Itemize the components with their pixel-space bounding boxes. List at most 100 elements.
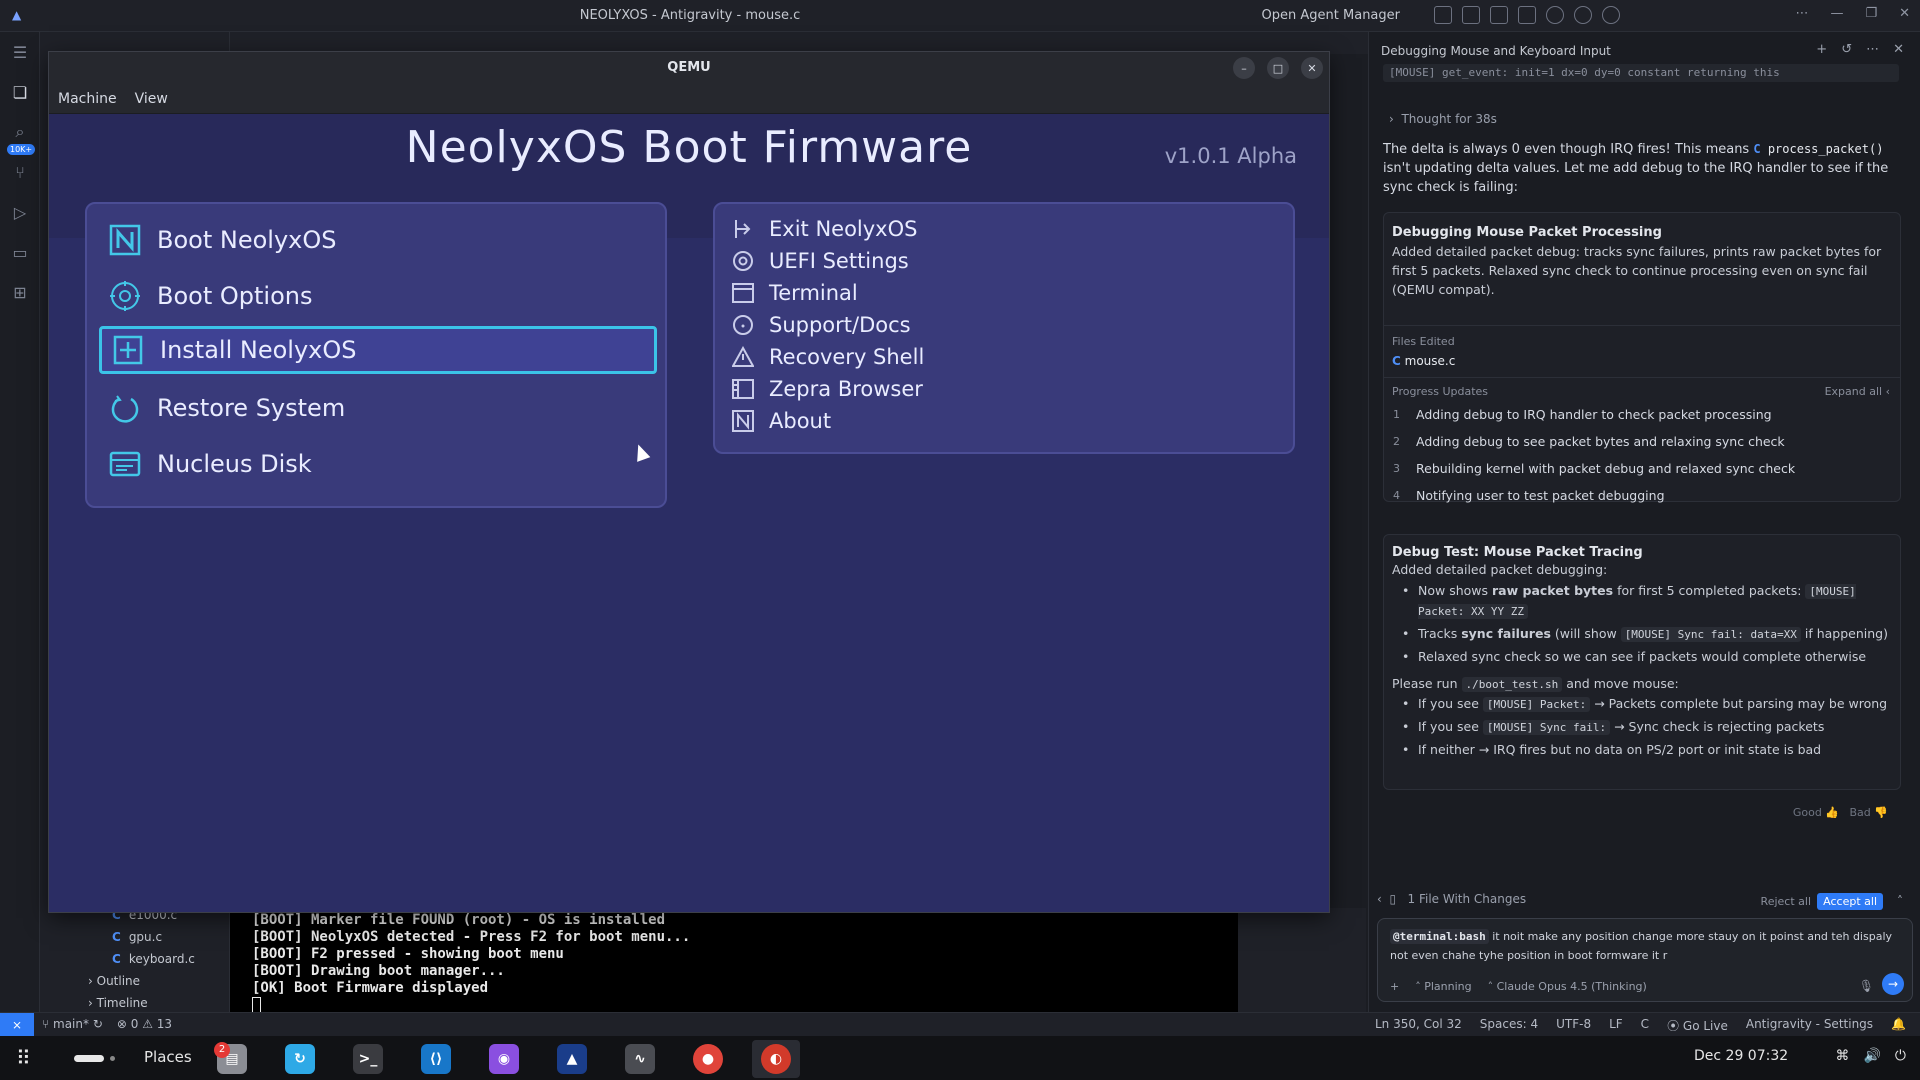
- maximize-icon[interactable]: □: [1267, 57, 1289, 79]
- account-icon[interactable]: [1602, 6, 1620, 24]
- files-app-icon[interactable]: ▤ 2: [208, 1040, 256, 1078]
- power-icon[interactable]: ⏻: [1895, 1048, 1906, 1064]
- go-live-button[interactable]: ⦿ Go Live: [1667, 1017, 1728, 1034]
- chevron-up-icon[interactable]: ˄: [1897, 894, 1903, 908]
- extensions-icon[interactable]: ⊞: [0, 272, 40, 312]
- file-icon: ▯: [1389, 892, 1397, 906]
- file-item[interactable]: Cgpu.c: [112, 930, 162, 944]
- send-button[interactable]: →: [1882, 973, 1904, 995]
- microphone-icon[interactable]: 🎙: [1859, 979, 1874, 993]
- run-debug-icon[interactable]: ▷: [0, 192, 40, 232]
- vscode-app-icon[interactable]: ⟨⟩: [412, 1040, 460, 1078]
- menu-item-boot-neolyxos[interactable]: Boot NeolyxOS: [107, 216, 336, 264]
- activity-bar: ☰ ❏ ⌕ ⑂ ▷ ▭ ⊞: [0, 32, 40, 1012]
- timeline-section[interactable]: › Timeline: [88, 996, 148, 1010]
- indent-setting[interactable]: Spaces: 4: [1480, 1017, 1538, 1034]
- layout-toggle-icon[interactable]: [1434, 6, 1452, 24]
- minimize-icon[interactable]: —: [1830, 6, 1843, 21]
- problems-indicator[interactable]: ⊗ 0 ⚠ 13: [117, 1017, 172, 1031]
- remote-icon[interactable]: ⨯: [0, 1013, 34, 1037]
- chrome-app-icon[interactable]: ●: [684, 1040, 732, 1078]
- model-selector[interactable]: ˄ Claude Opus 4.5 (Thinking): [1488, 980, 1647, 993]
- workspace-indicator[interactable]: [74, 1055, 104, 1062]
- good-button[interactable]: Good 👍: [1793, 806, 1839, 819]
- menu-item-boot-options[interactable]: Boot Options: [107, 272, 312, 320]
- notifications-icon[interactable]: 🔔: [1891, 1017, 1906, 1034]
- menu-item-exit-neolyxos[interactable]: Exit NeolyxOS: [731, 214, 917, 244]
- reject-all-button[interactable]: Reject all: [1761, 895, 1811, 908]
- clock[interactable]: Dec 29 07:32: [1694, 1048, 1788, 1064]
- terminal-panel[interactable]: [BOOT] Marker file FOUND (root) - OS is …: [230, 908, 1238, 1013]
- eol[interactable]: LF: [1609, 1017, 1623, 1034]
- changes-summary[interactable]: 1 File With Changes: [1408, 892, 1527, 906]
- close-icon[interactable]: ✕: [1301, 57, 1323, 79]
- qemu-window[interactable]: QEMU – □ ✕ Machine View NeolyxOS Boot Fi…: [49, 52, 1329, 912]
- chat-input-text[interactable]: @terminal:bash it noit make any position…: [1390, 927, 1900, 965]
- bullet-item: If you see [MOUSE] Sync fail: → Sync che…: [1392, 717, 1892, 737]
- more-icon[interactable]: ⋯: [1795, 6, 1808, 21]
- more-icon[interactable]: ⋯: [1866, 42, 1879, 57]
- panel-toggle-icon[interactable]: [1490, 6, 1508, 24]
- menu-item-support-docs[interactable]: Support/Docs: [731, 310, 911, 340]
- outline-section[interactable]: › Outline: [88, 974, 140, 988]
- language-mode[interactable]: C: [1641, 1017, 1649, 1034]
- encoding[interactable]: UTF-8: [1556, 1017, 1591, 1034]
- qemu-app-icon[interactable]: ◐: [752, 1040, 800, 1078]
- menu-item-install-neolyxos[interactable]: Install NeolyxOS: [99, 326, 657, 374]
- add-context-icon[interactable]: +: [1390, 980, 1399, 993]
- workspace-dot[interactable]: [110, 1056, 115, 1061]
- settings-indicator[interactable]: Antigravity - Settings: [1746, 1017, 1873, 1034]
- accept-all-button[interactable]: Accept all: [1817, 893, 1883, 910]
- neolyx-logo-icon: [731, 409, 755, 433]
- system-monitor-app-icon[interactable]: ∿: [616, 1040, 664, 1078]
- terminal-app-icon[interactable]: >_: [344, 1040, 392, 1078]
- sidebar-toggle-icon[interactable]: [1462, 6, 1480, 24]
- menu-item-about[interactable]: About: [731, 406, 831, 436]
- history-icon[interactable]: ↺: [1841, 42, 1852, 57]
- menu-item-terminal[interactable]: Terminal: [731, 278, 858, 308]
- secondary-sidebar-icon[interactable]: [1518, 6, 1536, 24]
- add-icon[interactable]: +: [1816, 42, 1827, 57]
- editor-tabs: [230, 32, 1370, 54]
- thought-toggle[interactable]: › Thought for 38s: [1389, 112, 1497, 126]
- cursor-position[interactable]: Ln 350, Col 32: [1375, 1017, 1462, 1034]
- volume-icon[interactable]: 🔊: [1863, 1048, 1880, 1064]
- menu-item-uefi-settings[interactable]: UEFI Settings: [731, 246, 909, 276]
- maximize-icon[interactable]: ❐: [1865, 6, 1877, 21]
- file-item[interactable]: Ckeyboard.c: [112, 952, 195, 966]
- chat-input[interactable]: @terminal:bash it noit make any position…: [1377, 918, 1913, 1002]
- mode-selector[interactable]: ˄ Planning: [1415, 980, 1471, 993]
- remote-explorer-icon[interactable]: ▭: [0, 232, 40, 272]
- antigravity-app-icon[interactable]: ▲: [548, 1040, 596, 1078]
- menu-icon[interactable]: ☰: [0, 32, 40, 72]
- ghost-app-icon[interactable]: ◉: [480, 1040, 528, 1078]
- bad-button[interactable]: Bad 👎: [1850, 806, 1888, 819]
- app-grid-icon[interactable]: ⠿: [16, 1046, 40, 1070]
- close-icon[interactable]: ✕: [1899, 6, 1910, 21]
- back-icon[interactable]: ‹: [1377, 892, 1382, 906]
- open-agent-manager-button[interactable]: Open Agent Manager: [1262, 8, 1400, 23]
- edited-file-link[interactable]: C mouse.c: [1392, 354, 1455, 368]
- bullet-item: Tracks sync failures (will show [MOUSE] …: [1392, 624, 1892, 644]
- places-menu[interactable]: Places: [144, 1048, 192, 1066]
- close-icon[interactable]: ✕: [1893, 42, 1904, 57]
- menu-item-zepra-browser[interactable]: Zepra Browser: [731, 374, 923, 404]
- settings-gear-icon[interactable]: [1574, 6, 1592, 24]
- sync-app-icon[interactable]: ↻: [276, 1040, 324, 1078]
- branch-indicator[interactable]: ⑂ main* ↻: [42, 1017, 103, 1031]
- window-titlebar: ▲ NEOLYXOS - Antigravity - mouse.c Open …: [0, 0, 1920, 32]
- menu-machine[interactable]: Machine: [58, 91, 117, 107]
- source-control-icon[interactable]: ⑂: [0, 152, 40, 192]
- menu-view[interactable]: View: [135, 91, 168, 107]
- minimize-icon[interactable]: –: [1233, 57, 1255, 79]
- network-icon[interactable]: ⌘: [1835, 1048, 1849, 1064]
- search-icon[interactable]: [1546, 6, 1564, 24]
- progress-item: 2 Adding debug to see packet bytes and re…: [1393, 434, 1785, 449]
- c-file-icon: C: [1392, 354, 1401, 368]
- menu-item-nucleus-disk[interactable]: Nucleus Disk: [107, 440, 312, 488]
- menu-item-restore-system[interactable]: Restore System: [107, 384, 345, 432]
- menu-item-recovery-shell[interactable]: Recovery Shell: [731, 342, 924, 372]
- qemu-titlebar: QEMU – □ ✕: [49, 52, 1329, 84]
- expand-all-button[interactable]: Expand all ‹: [1825, 385, 1890, 398]
- explorer-icon[interactable]: ❏: [0, 72, 40, 112]
